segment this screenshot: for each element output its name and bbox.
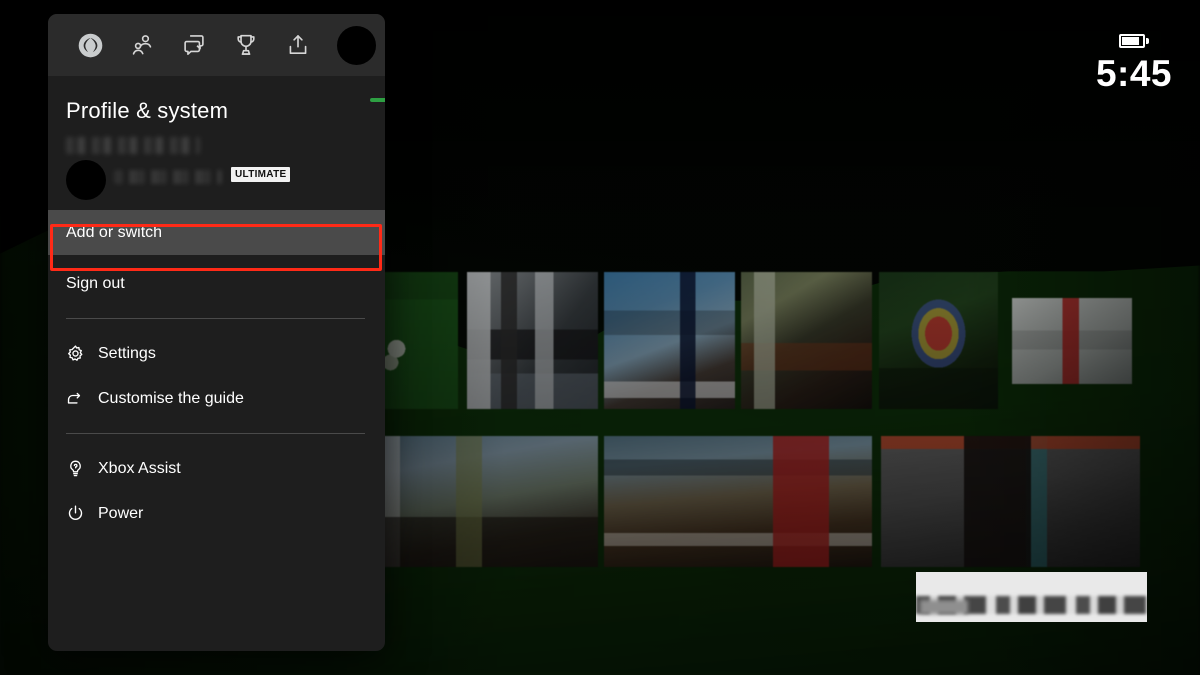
chat-bubble-icon: [181, 32, 207, 58]
menu-item-customise-the-guide[interactable]: Customise the guide: [48, 376, 385, 421]
menu-item-xbox-assist[interactable]: Xbox Assist: [48, 446, 385, 491]
menu-item-label: Power: [98, 504, 144, 522]
clock: 5:45: [1095, 53, 1172, 94]
gamertag-redacted: [66, 137, 200, 154]
account-avatar: [66, 160, 106, 200]
tab-profile-system[interactable]: [330, 22, 382, 68]
page-title: Profile & system: [66, 98, 229, 123]
tab-messages[interactable]: [168, 22, 220, 68]
guide-body: Profile & system ULTIMATE Add or switch …: [48, 76, 385, 536]
menu-item-settings[interactable]: Settings: [48, 331, 385, 376]
power-icon: [66, 504, 92, 523]
menu-divider-1: [66, 318, 365, 319]
guide-panel: Profile & system ULTIMATE Add or switch …: [48, 14, 385, 651]
menu-item-power[interactable]: Power: [48, 491, 385, 536]
tab-capture-share[interactable]: [272, 22, 324, 68]
share-upload-icon: [285, 32, 311, 58]
notification-toast[interactable]: [916, 572, 1147, 622]
tab-people[interactable]: [116, 22, 168, 68]
menu-item-label: Sign out: [66, 274, 125, 292]
menu-item-label: Xbox Assist: [98, 459, 181, 477]
menu-item-label: Customise the guide: [98, 389, 244, 407]
menu-divider-2: [66, 433, 365, 434]
battery-icon: [1118, 34, 1149, 49]
menu-item-label: Add or switch: [66, 223, 163, 241]
guide-tab-bar: [48, 14, 385, 76]
trophy-icon: [233, 32, 259, 58]
status-cluster: 5:45: [1096, 34, 1172, 92]
avatar: [336, 25, 376, 65]
customise-icon: [66, 389, 92, 408]
account-summary[interactable]: ULTIMATE: [48, 132, 385, 210]
tab-xbox-home[interactable]: [64, 22, 116, 68]
toast-icon-redacted: [920, 600, 968, 614]
subscription-redacted: [114, 170, 222, 184]
gear-icon: [66, 344, 92, 363]
menu-item-label: Settings: [98, 344, 156, 362]
lightbulb-icon: [66, 459, 92, 478]
tab-achievements[interactable]: [220, 22, 272, 68]
menu-item-sign-out[interactable]: Sign out: [48, 261, 385, 306]
xbox-dashboard-screen: 5:45 Profile & system ULTIMATE Add or sw…: [0, 0, 1200, 675]
people-icon: [129, 32, 155, 58]
xbox-logo-icon: [77, 32, 104, 59]
status-badge: ULTIMATE: [231, 167, 291, 182]
menu-item-add-or-switch[interactable]: Add or switch: [48, 210, 385, 255]
